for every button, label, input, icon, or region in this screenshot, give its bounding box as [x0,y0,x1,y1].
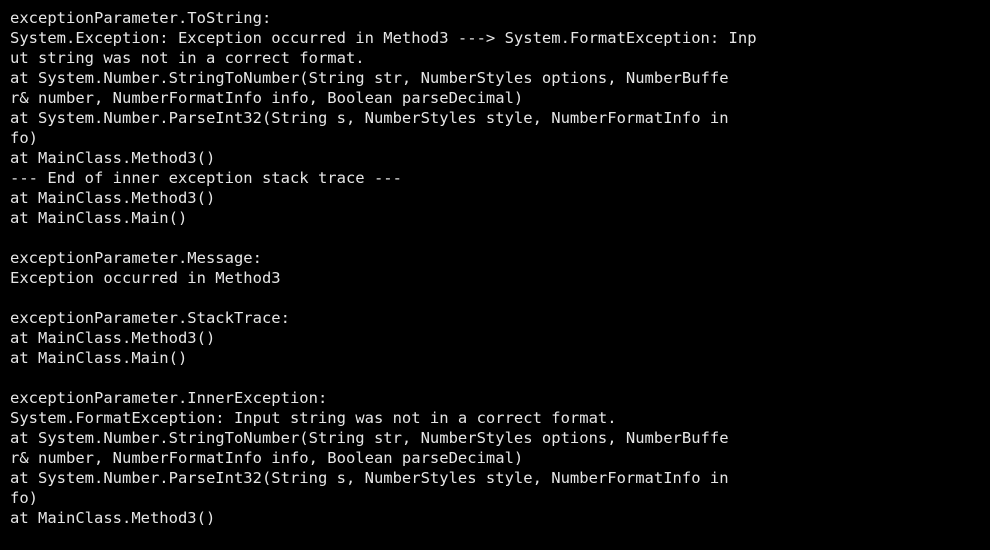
console-line: System.Exception: Exception occurred in … [10,29,757,47]
console-line: System.FormatException: Input string was… [10,409,617,427]
console-line: at System.Number.ParseInt32(String s, Nu… [10,469,729,487]
console-line: exceptionParameter.InnerException: [10,389,328,407]
console-line: Exception occurred in Method3 [10,269,281,287]
console-line: exceptionParameter.Message: [10,249,262,267]
console-line: r& number, NumberFormatInfo info, Boolea… [10,89,524,107]
console-line: fo) [10,129,38,147]
console-line: fo) [10,489,38,507]
console-line: at System.Number.ParseInt32(String s, Nu… [10,109,729,127]
console-line: r& number, NumberFormatInfo info, Boolea… [10,449,524,467]
console-output-pane[interactable]: exceptionParameter.ToString: System.Excep… [0,0,990,550]
console-line: --- End of inner exception stack trace -… [10,169,402,187]
console-line: at MainClass.Method3() [10,329,216,347]
console-line: at MainClass.Main() [10,209,188,227]
console-line: at System.Number.StringToNumber(String s… [10,429,729,447]
console-line: exceptionParameter.ToString: [10,9,272,27]
console-line: exceptionParameter.StackTrace: [10,309,290,327]
console-line: at System.Number.StringToNumber(String s… [10,69,729,87]
console-line: at MainClass.Method3() [10,189,216,207]
console-line: at MainClass.Method3() [10,149,216,167]
console-line: ut string was not in a correct format. [10,49,365,67]
console-line: at MainClass.Main() [10,349,188,367]
console-line: at MainClass.Method3() [10,509,216,527]
